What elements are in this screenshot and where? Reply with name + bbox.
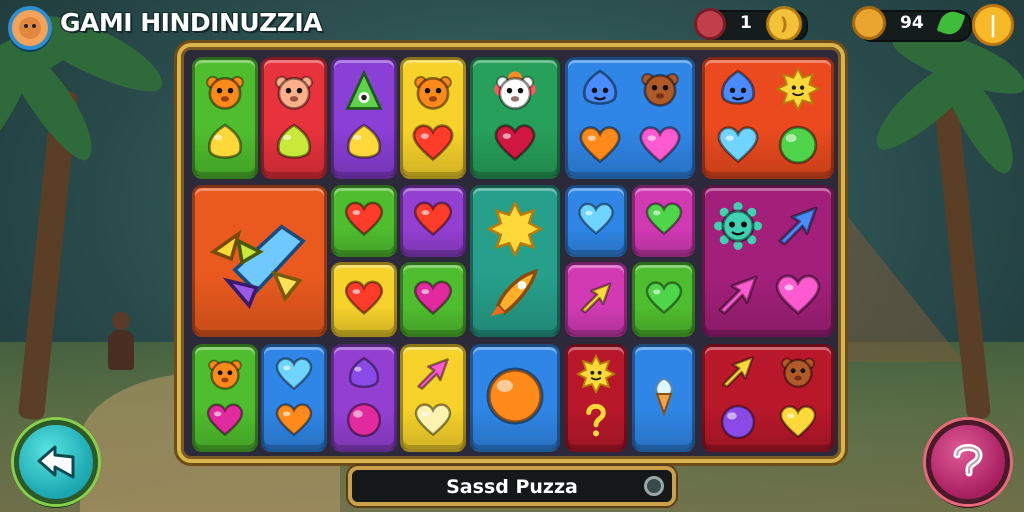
player-avatar[interactable] <box>8 6 52 50</box>
heart-green-icon <box>644 200 683 243</box>
blob-lime-icon <box>272 121 316 169</box>
add-coins-button[interactable]: | <box>972 4 1014 46</box>
orb-green-icon <box>776 123 820 171</box>
tile-r1-c7[interactable] <box>702 57 834 179</box>
player-avatar-icon <box>19 17 41 39</box>
status-label: Sassd Puzza <box>446 476 578 498</box>
tile-r3-c6[interactable] <box>632 262 695 337</box>
creature-green-cone-icon <box>342 69 386 118</box>
arrow-blue-icon <box>774 202 822 254</box>
tile-r2-c6[interactable] <box>632 185 695 257</box>
background-character <box>108 312 134 372</box>
blob-blue-face-icon <box>578 67 622 115</box>
heart-magenta-icon <box>413 277 454 322</box>
tile-r2-c5[interactable] <box>565 185 627 257</box>
tile-r1-c6[interactable] <box>565 57 695 179</box>
tile-r2-c3[interactable] <box>400 185 466 257</box>
blob-yellow-icon <box>203 121 247 169</box>
heart-red-icon <box>413 199 454 244</box>
creature-orange-icon <box>203 70 247 118</box>
creature-orange-icon <box>411 70 455 118</box>
creature-peach-icon <box>272 70 316 118</box>
heart-orange-icon <box>578 123 622 171</box>
tile-r1-c1[interactable] <box>192 57 258 179</box>
tile-r3-c2[interactable] <box>331 262 397 337</box>
arrow-yellow-icon <box>577 279 615 321</box>
back-button[interactable] <box>14 420 98 504</box>
heart-magenta-icon <box>206 400 245 443</box>
game-title: GAMI HINDINUZZIA <box>60 8 323 37</box>
heart-pink-icon <box>774 271 822 323</box>
status-bar: Sassd Puzza <box>348 466 676 506</box>
palm-tree-left <box>0 0 180 421</box>
coin-icon: ) <box>766 6 802 42</box>
tile-r1-c5[interactable] <box>470 57 560 179</box>
orb-magenta-icon <box>345 400 384 443</box>
tile-r2-c1[interactable] <box>192 185 327 337</box>
heart-pink-icon <box>638 123 682 171</box>
tile-r2-c2[interactable] <box>331 185 397 257</box>
tile-r4-c5[interactable] <box>470 344 560 452</box>
gem-count: 1 <box>740 13 752 33</box>
creature-brown-icon <box>779 353 818 396</box>
blob-yellow-lemon-icon <box>342 121 386 169</box>
star-blast-multicolor-icon <box>202 202 317 321</box>
heart-cyan-icon <box>577 200 615 242</box>
tile-r4-c8[interactable] <box>702 344 834 452</box>
creature-brown-icon <box>638 67 682 115</box>
status-gem-icon <box>644 476 664 496</box>
token-icon <box>852 6 886 40</box>
question-yellow-icon <box>577 400 616 443</box>
heart-red-icon <box>411 121 455 169</box>
tile-r3-c5[interactable] <box>565 262 627 337</box>
tile-r2-c7[interactable] <box>702 185 834 337</box>
tile-r4-c1[interactable] <box>192 344 258 452</box>
orb-purple-icon <box>718 402 757 445</box>
heart-red-icon <box>344 199 385 244</box>
tile-r1-c3[interactable] <box>331 57 397 179</box>
heart-green-icon <box>644 278 683 321</box>
coin-count: 94 <box>900 13 924 33</box>
tile-r3-c3[interactable] <box>400 262 466 337</box>
question-mark-icon <box>953 444 983 477</box>
tile-r4-c2[interactable] <box>261 344 327 452</box>
virus-teal-icon <box>713 201 762 254</box>
orb-orange-big-icon <box>483 364 548 433</box>
palm-tree-right <box>850 0 1024 421</box>
gem-icon <box>694 8 726 40</box>
back-arrow-icon <box>37 445 75 479</box>
heart-yellow-icon <box>779 402 818 445</box>
heart-cream-icon <box>414 400 453 443</box>
sun-yellow-icon <box>775 66 822 115</box>
star-yellow-icon <box>486 199 544 260</box>
heart-cyan-icon <box>275 355 314 398</box>
tile-r4-c4[interactable] <box>400 344 466 452</box>
icecream-cone-icon <box>644 377 683 420</box>
tile-r4-c7[interactable] <box>632 344 695 452</box>
creature-white-clown-icon <box>493 70 537 118</box>
help-button[interactable] <box>926 420 1010 504</box>
blob-blue-face-icon <box>716 67 760 115</box>
tile-r4-c3[interactable] <box>331 344 397 452</box>
rocket-orange-icon <box>488 265 543 324</box>
heart-orange-icon <box>275 400 314 443</box>
tile-r1-c4[interactable] <box>400 57 466 179</box>
tile-r1-c2[interactable] <box>261 57 327 179</box>
arrow-pink-icon <box>714 271 762 323</box>
heart-cyan-icon <box>716 123 760 171</box>
heart-red-icon <box>344 277 385 322</box>
arrow-pink-icon <box>414 355 453 398</box>
tile-r4-c6[interactable] <box>565 344 627 452</box>
heart-crimson-icon <box>493 121 537 169</box>
tile-r2-c4[interactable] <box>470 185 560 337</box>
creature-orange-icon <box>206 355 245 398</box>
leaf-yellow-icon <box>718 353 757 396</box>
blob-purple-icon <box>345 355 384 398</box>
sun-yellow-icon <box>575 354 617 398</box>
